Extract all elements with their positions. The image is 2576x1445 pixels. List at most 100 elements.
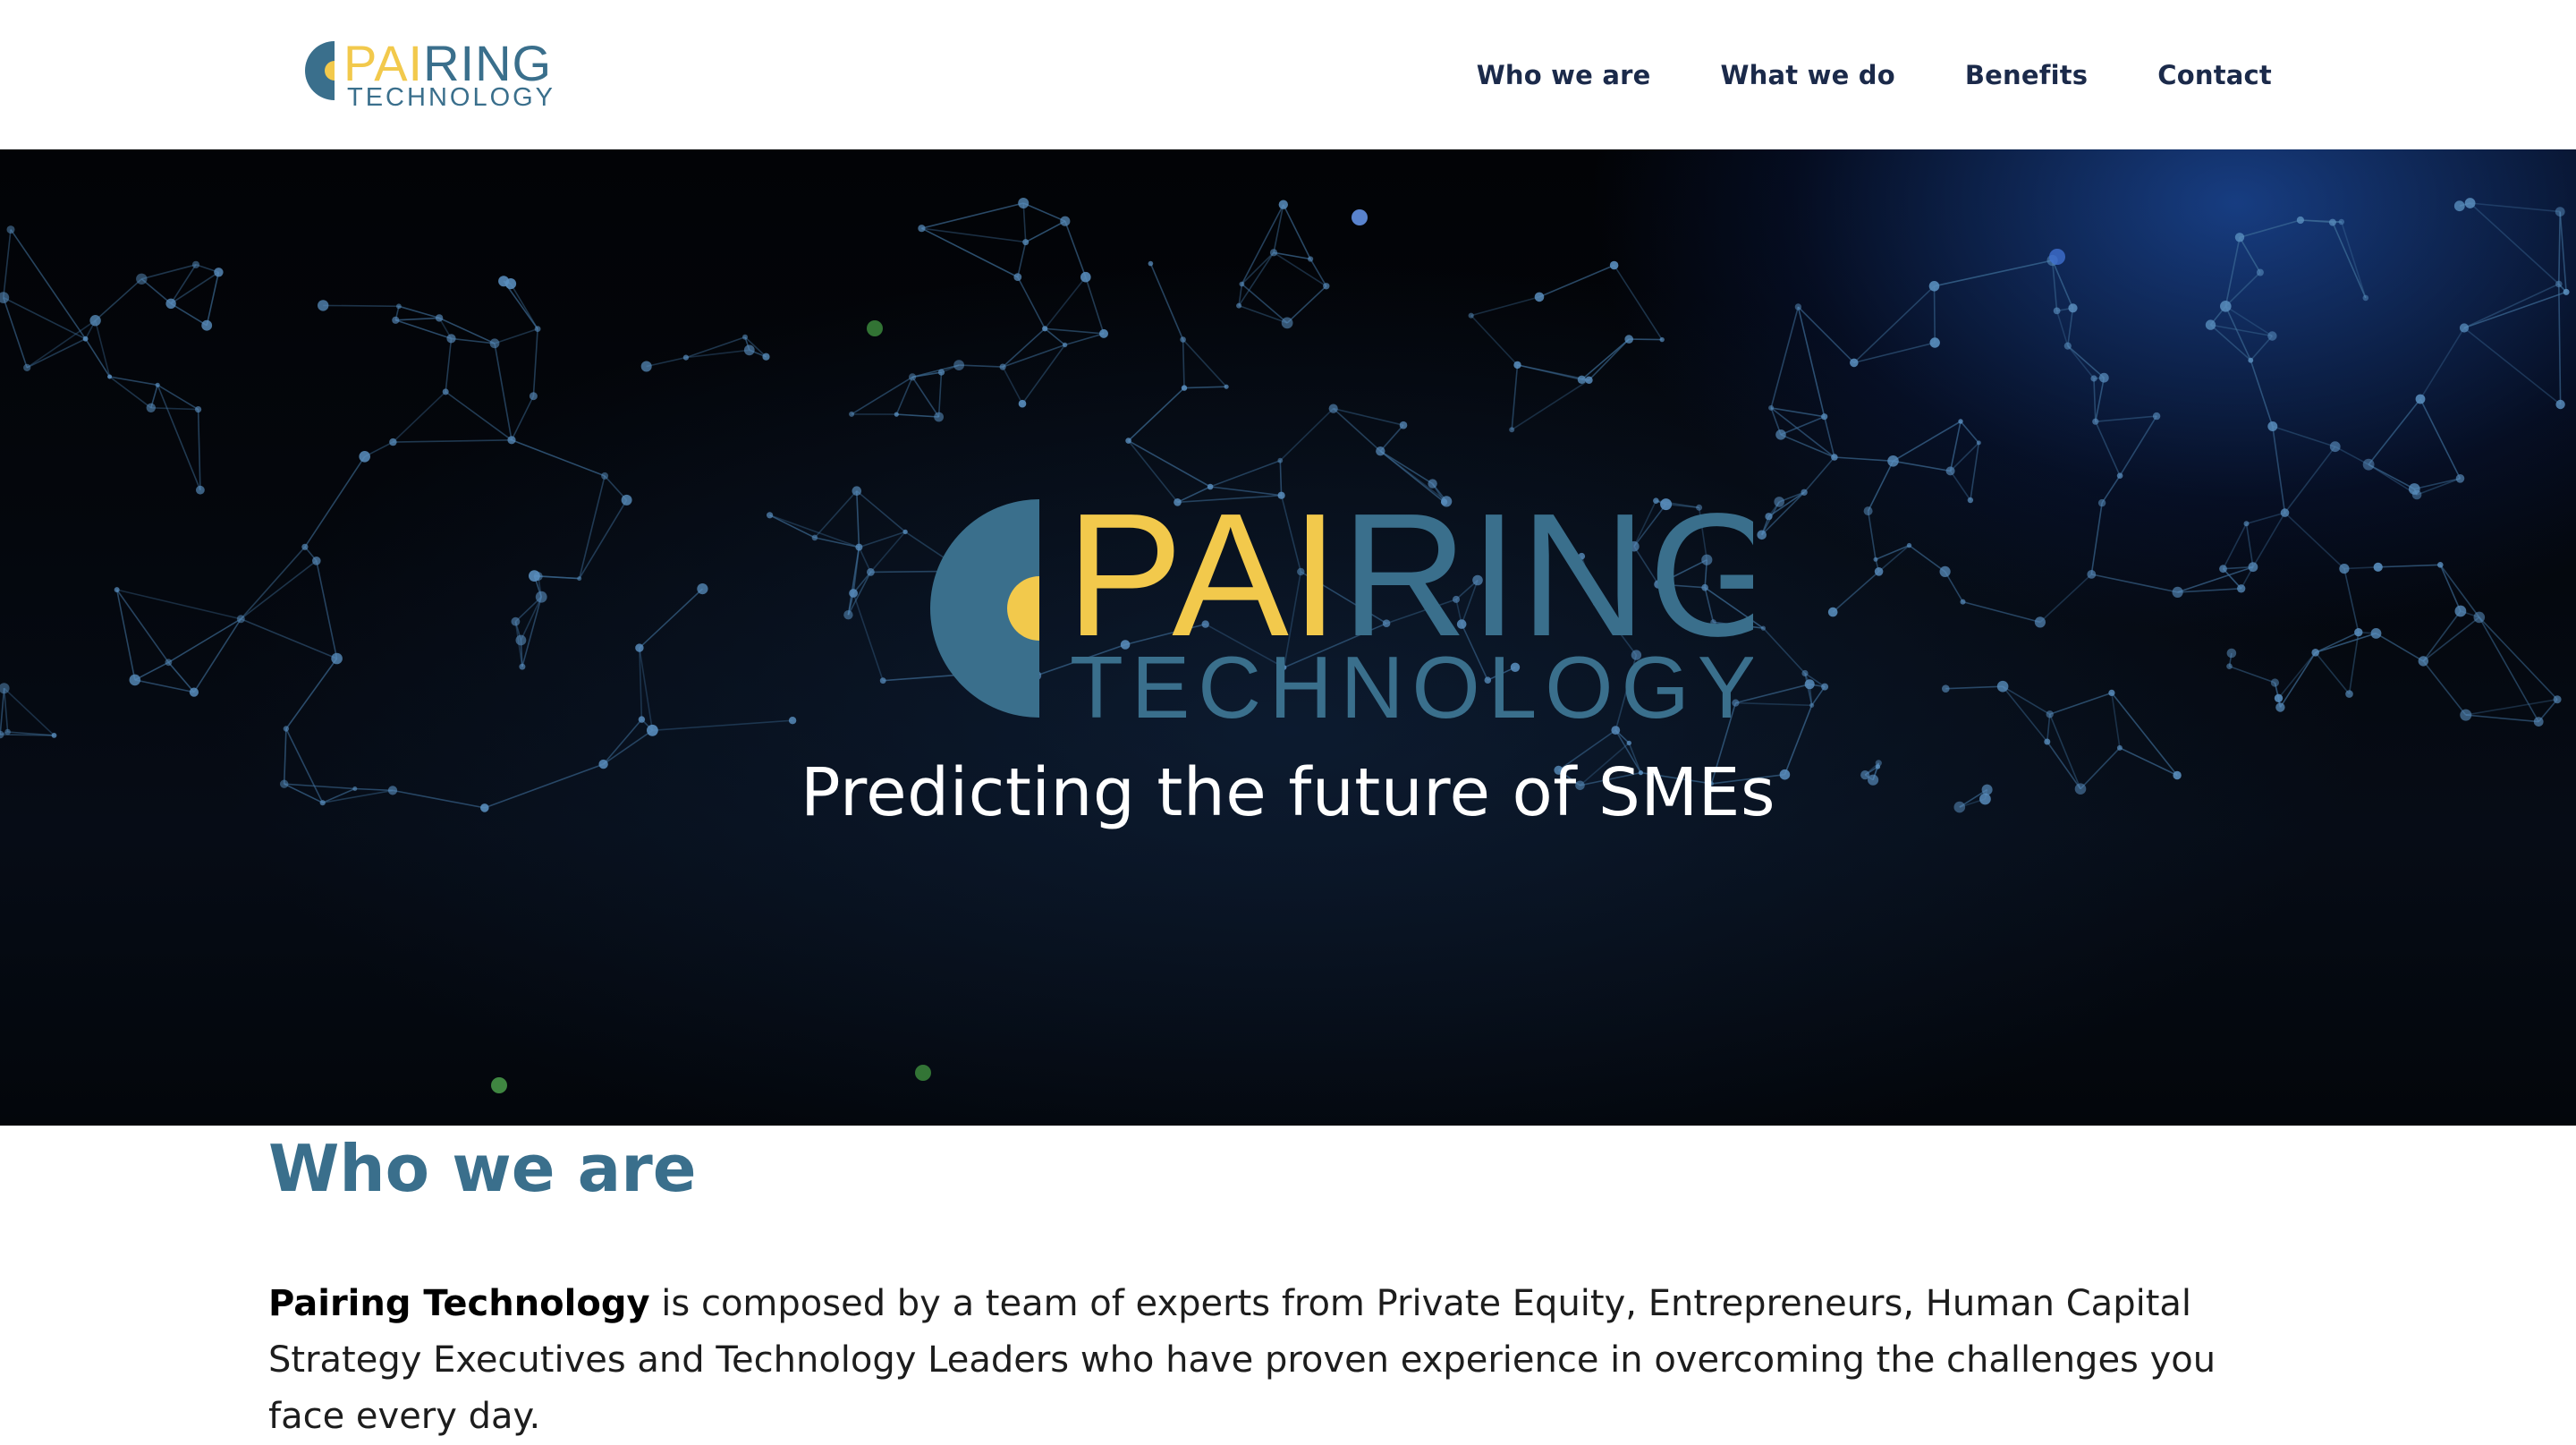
- network-node: [1768, 405, 1774, 411]
- network-node: [2267, 331, 2276, 340]
- network-line: [1022, 345, 1065, 404]
- network-node: [1282, 318, 1293, 329]
- network-node: [2219, 565, 2227, 573]
- network-line: [157, 385, 200, 489]
- network-line: [1183, 340, 1184, 388]
- network-line: [2003, 686, 2047, 742]
- network-line: [2420, 328, 2464, 400]
- section-title: Who we are: [268, 1131, 697, 1206]
- network-line: [1910, 546, 1945, 572]
- network-line: [1287, 286, 1326, 323]
- network-node: [2554, 695, 2562, 703]
- network-node: [1795, 303, 1801, 310]
- network-node: [1946, 466, 1955, 475]
- network-node: [1329, 404, 1338, 413]
- network-node: [519, 664, 525, 670]
- network-line: [1129, 441, 1178, 503]
- nav-benefits[interactable]: Benefits: [1965, 60, 2088, 90]
- network-node: [1801, 489, 1807, 496]
- network-line: [135, 662, 169, 680]
- network-line: [2466, 715, 2538, 722]
- network-line: [1045, 328, 1104, 334]
- network-node: [1831, 454, 1838, 461]
- network-node: [1850, 359, 1859, 368]
- network-node: [2227, 649, 2237, 659]
- network-node: [2153, 412, 2160, 420]
- network-line: [1763, 628, 1805, 673]
- network-line: [1512, 380, 1589, 430]
- network-node: [201, 320, 212, 331]
- network-node: [2460, 323, 2469, 332]
- network-line: [2466, 700, 2557, 715]
- network-line: [27, 320, 95, 368]
- network-line: [580, 476, 605, 579]
- network-node: [196, 486, 205, 495]
- network-line: [2120, 416, 2157, 476]
- network-line: [1614, 266, 1663, 340]
- network-node: [744, 344, 755, 355]
- network-line: [86, 339, 110, 377]
- network-node: [2249, 562, 2258, 572]
- network-node: [156, 383, 160, 387]
- network-node: [1018, 198, 1029, 208]
- network-node: [2271, 678, 2279, 686]
- network-node: [331, 653, 343, 665]
- header-logo[interactable]: PAIRING TECHNOLOGY: [272, 32, 576, 113]
- network-node: [894, 412, 899, 417]
- network-node: [641, 361, 652, 372]
- network-line: [647, 358, 686, 367]
- network-line: [2050, 693, 2112, 714]
- network-node: [934, 412, 944, 422]
- network-node: [2297, 217, 2304, 224]
- network-node: [1801, 670, 1808, 676]
- network-line: [2047, 714, 2050, 742]
- network-line: [1380, 425, 1403, 451]
- network-node: [1208, 484, 1214, 490]
- network-node: [1080, 272, 1091, 283]
- network-node: [1022, 239, 1029, 245]
- hero-logo: PAIRING TECHNOLOGY: [823, 494, 1753, 727]
- network-node: [446, 334, 455, 343]
- network-line: [1581, 339, 1629, 379]
- nav-what-we-do[interactable]: What we do: [1720, 60, 1894, 90]
- network-line: [1879, 546, 1910, 572]
- network-node: [1610, 261, 1619, 270]
- network-line: [1065, 334, 1104, 345]
- network-line: [2068, 346, 2105, 378]
- network-line: [1951, 471, 1970, 500]
- network-node: [1513, 361, 1521, 369]
- network-line: [2470, 203, 2561, 212]
- network-node: [2267, 421, 2277, 431]
- network-line: [2316, 633, 2377, 652]
- network-line: [533, 329, 538, 396]
- network-node: [2046, 710, 2054, 718]
- network-line: [1241, 205, 1283, 285]
- network-node: [2098, 499, 2106, 506]
- network-node: [2248, 358, 2253, 363]
- network-node: [7, 225, 15, 234]
- network-node: [2345, 690, 2353, 698]
- network-node: [1875, 567, 1884, 576]
- network-node: [639, 716, 645, 722]
- nav-who-we-are[interactable]: Who we are: [1477, 60, 1651, 90]
- network-node: [1775, 429, 1786, 440]
- network-line: [1798, 307, 1853, 362]
- network-line: [1003, 345, 1065, 368]
- network-line: [512, 396, 533, 440]
- network-line: [2342, 222, 2366, 298]
- network-line: [2273, 427, 2335, 447]
- network-line: [2091, 503, 2102, 574]
- network-line: [317, 561, 337, 659]
- network-node: [2092, 419, 2098, 425]
- network-node: [2555, 281, 2563, 288]
- network-line: [1935, 260, 2053, 286]
- network-node: [2257, 269, 2264, 276]
- nav-contact[interactable]: Contact: [2157, 60, 2272, 90]
- network-node: [2117, 472, 2123, 479]
- network-node: [136, 274, 147, 285]
- network-node: [2220, 301, 2232, 312]
- network-node: [635, 643, 643, 651]
- network-line: [2344, 569, 2359, 633]
- network-line: [1876, 546, 1910, 560]
- network-node: [214, 268, 223, 276]
